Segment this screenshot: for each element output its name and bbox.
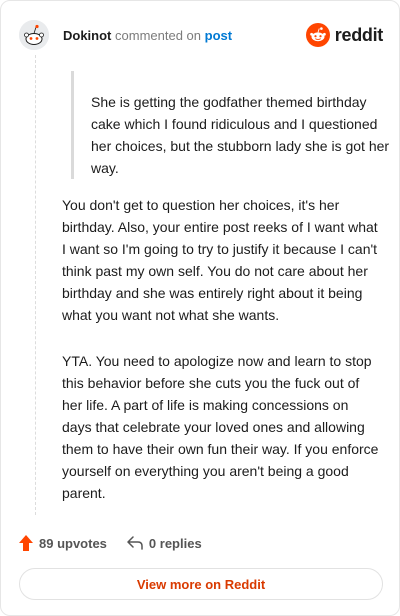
upvotes-stat[interactable]: 89 upvotes bbox=[19, 535, 107, 551]
thread-line bbox=[35, 55, 36, 515]
upvote-arrow-icon bbox=[19, 535, 33, 551]
comment-meta: Dokinot commented on post bbox=[63, 28, 232, 43]
replies-stat[interactable]: 0 replies bbox=[127, 536, 202, 551]
reddit-wordmark: reddit bbox=[334, 24, 384, 45]
reddit-logo[interactable]: reddit bbox=[305, 23, 384, 47]
post-link[interactable]: post bbox=[205, 28, 232, 43]
upvotes-count: 89 upvotes bbox=[39, 535, 107, 551]
username-link[interactable]: Dokinot bbox=[63, 28, 111, 43]
reply-arrow-icon bbox=[127, 536, 143, 550]
snoo-avatar-icon[interactable] bbox=[19, 20, 49, 50]
replies-count: 0 replies bbox=[148, 535, 202, 551]
comment-embed-card: Dokinot commented on post reddit She is … bbox=[0, 0, 400, 616]
comment-paragraph-1: You don't get to question her choices, i… bbox=[62, 197, 378, 323]
comment-footer: 89 upvotes 0 replies bbox=[19, 535, 202, 551]
view-more-button[interactable]: View more on Reddit bbox=[19, 568, 383, 600]
comment-paragraph-2: YTA. You need to apologize now and learn… bbox=[62, 353, 379, 501]
reddit-logo-icon bbox=[305, 23, 330, 47]
comment-header: Dokinot commented on post reddit bbox=[19, 17, 383, 53]
commented-on-text: commented on bbox=[115, 27, 202, 43]
quoted-text: She is getting the godfather themed birt… bbox=[71, 71, 391, 179]
